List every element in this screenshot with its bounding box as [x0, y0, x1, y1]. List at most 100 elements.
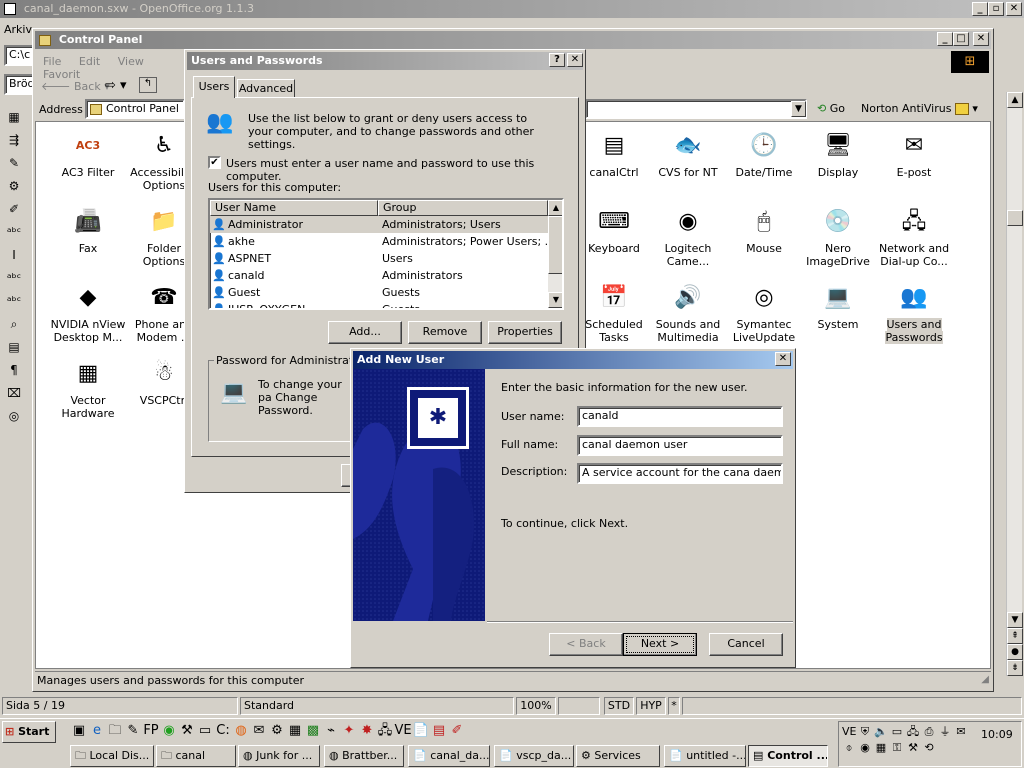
- cp-item-nero[interactable]: 💿 Nero ImageDrive: [800, 206, 876, 268]
- up-help-button[interactable]: ?: [549, 53, 565, 67]
- shield-tray-icon[interactable]: ⛨: [858, 725, 872, 739]
- task-button[interactable]: ◍ Junk for ...: [238, 745, 320, 767]
- list-scroll-down[interactable]: ▼: [548, 292, 562, 308]
- cp-go-button[interactable]: ⟲ Go: [817, 102, 845, 115]
- graphics-off-icon[interactable]: ⌧: [4, 383, 24, 403]
- start-button[interactable]: ⊞ Start: [2, 721, 56, 743]
- prev-page-button[interactable]: ⇞: [1007, 628, 1023, 644]
- require-password-label[interactable]: Users must enter a user name and passwor…: [226, 157, 578, 183]
- tools-icon[interactable]: ⚒: [178, 722, 196, 740]
- explorer-icon[interactable]: 🗀: [106, 722, 124, 740]
- cp-menu-view[interactable]: View: [118, 55, 144, 68]
- task-button[interactable]: ◍ Brattber...: [324, 745, 404, 767]
- cp-item-mouse[interactable]: 🖱 Mouse: [726, 206, 802, 255]
- cp-back-button[interactable]: 🡐 Back ▾: [41, 79, 110, 93]
- cp-maximize-button[interactable]: □: [953, 32, 969, 46]
- cp-item-vector-hardware[interactable]: ▦ Vector Hardware: [50, 358, 126, 420]
- user-row[interactable]: 👤 Administrator Administrators; Users: [210, 216, 548, 233]
- scroll-down-button[interactable]: ▼: [1007, 612, 1023, 628]
- cp-item-nvidia[interactable]: ◆ NVIDIA nView Desktop M...: [50, 282, 126, 344]
- oo-minimize-button[interactable]: _: [972, 2, 988, 16]
- cp-menu-edit[interactable]: Edit: [79, 55, 100, 68]
- properties-button[interactable]: Properties: [488, 321, 562, 344]
- task-button[interactable]: 📄 canal_da...: [408, 745, 490, 767]
- cp-minimize-button[interactable]: _: [937, 32, 953, 46]
- anu-close-button[interactable]: ✕: [775, 352, 791, 366]
- show-desktop-icon[interactable]: ▣: [70, 722, 88, 740]
- insert-field-icon[interactable]: ⇶: [4, 130, 24, 150]
- status-std[interactable]: STD: [604, 697, 634, 715]
- cancel-button[interactable]: Cancel: [709, 633, 783, 656]
- edit-doc-icon[interactable]: ✐: [4, 199, 24, 219]
- cp-item-sounds[interactable]: 🔊 Sounds and Multimedia: [650, 282, 726, 344]
- cp-close-button[interactable]: ✕: [973, 32, 989, 46]
- col-header-group[interactable]: Group: [378, 200, 548, 216]
- users-listview[interactable]: User Name Group 👤 Administrator Administra…: [208, 198, 564, 310]
- task-button[interactable]: ⚙ Services: [576, 745, 660, 767]
- gear-icon[interactable]: ⚙: [268, 722, 286, 740]
- task-button[interactable]: 📄 vscp_da...: [494, 745, 574, 767]
- oo-maximize-button[interactable]: ▫: [988, 2, 1004, 16]
- pdf-icon[interactable]: ▤: [430, 722, 448, 740]
- oo-style-combo[interactable]: Bröd: [4, 74, 34, 95]
- datasource-icon[interactable]: ▤: [4, 337, 24, 357]
- cp-item-ac3-filter[interactable]: AC3 AC3 Filter: [50, 130, 126, 179]
- ve-icon[interactable]: VE: [394, 722, 412, 740]
- task-button[interactable]: 🗀 Local Dis...: [70, 745, 154, 767]
- network-icon[interactable]: 🖧: [376, 722, 394, 740]
- notepad-icon[interactable]: 📄: [412, 722, 430, 740]
- calendar-tray-icon[interactable]: ▦: [874, 741, 888, 755]
- user-row[interactable]: 👤 ASPNET Users: [210, 250, 548, 267]
- cmd-icon[interactable]: ▭: [196, 722, 214, 740]
- clock[interactable]: 10:09: [981, 728, 1013, 741]
- disc-tray-icon[interactable]: ◉: [858, 741, 872, 755]
- cp-item-scheduled-tasks[interactable]: 📅 Scheduled Tasks: [576, 282, 652, 344]
- media-icon[interactable]: ◉: [160, 722, 178, 740]
- user-row[interactable]: 👤 Guest Guests: [210, 284, 548, 301]
- calc-icon[interactable]: ▦: [286, 722, 304, 740]
- remove-user-button[interactable]: Remove: [408, 321, 482, 344]
- back-button[interactable]: < Back: [549, 633, 623, 656]
- key-tray-icon[interactable]: ⚿: [890, 741, 904, 755]
- cp-item-system[interactable]: 💻 System: [800, 282, 876, 331]
- resize-grip-icon[interactable]: ◢: [981, 674, 989, 685]
- ie-icon[interactable]: e: [88, 722, 106, 740]
- scroll-thumb[interactable]: [1007, 210, 1023, 226]
- firefox-icon[interactable]: ◍: [232, 722, 250, 740]
- require-password-checkbox[interactable]: ✔: [208, 156, 221, 169]
- oo-vertical-scrollbar[interactable]: ▲ ▼ ⇞ ● ⇟: [1006, 92, 1023, 676]
- cp-item-logitech[interactable]: ◉ Logitech Came...: [650, 206, 726, 268]
- user-row[interactable]: 👤 canald Administrators: [210, 267, 548, 284]
- task-button[interactable]: 🗀 canal: [156, 745, 236, 767]
- nonprint-chars-icon[interactable]: ¶: [4, 360, 24, 380]
- up-close-button[interactable]: ✕: [567, 53, 583, 67]
- user-row[interactable]: 👤 IUSR_OXYGEN Guests: [210, 301, 548, 308]
- speaker-tray-icon[interactable]: 🔈: [874, 725, 888, 739]
- cp-item-liveupdate[interactable]: ◎ Symantec LiveUpdate: [726, 282, 802, 344]
- cp-item-cvs[interactable]: 🐟 CVS for NT: [650, 130, 726, 179]
- task-button[interactable]: ▤ Control ...: [748, 745, 828, 767]
- network-tray-icon[interactable]: 🖧: [906, 725, 920, 739]
- grid-icon[interactable]: ▩: [304, 722, 322, 740]
- username-input[interactable]: canald: [577, 406, 783, 427]
- col-header-username[interactable]: User Name: [210, 200, 378, 216]
- navigator-button[interactable]: ●: [1007, 644, 1023, 660]
- oo-menu-arkiv[interactable]: Arkiv: [4, 23, 32, 36]
- thunderbird-icon[interactable]: ✉: [250, 722, 268, 740]
- norton-antivirus-button[interactable]: Norton AntiVirus ▾: [861, 102, 978, 115]
- form-icon[interactable]: ⚙: [4, 176, 24, 196]
- status-hyp[interactable]: HYP: [636, 697, 666, 715]
- pencil-icon[interactable]: ✎: [124, 722, 142, 740]
- usb-tray-icon[interactable]: ⏚: [938, 725, 952, 739]
- next-page-button[interactable]: ⇟: [1007, 660, 1023, 676]
- cp-item-network[interactable]: 🖧 Network and Dial-up Co...: [876, 206, 952, 268]
- cp-up-folder-icon[interactable]: ↰: [139, 77, 157, 93]
- cp-item-fax[interactable]: 📠 Fax: [50, 206, 126, 255]
- fp-icon[interactable]: FP: [142, 722, 160, 740]
- description-input[interactable]: A service account for the cana daemon: [577, 463, 783, 484]
- printer-tray-icon[interactable]: ⎙: [922, 725, 936, 739]
- pepper-icon[interactable]: ✦: [340, 722, 358, 740]
- spell-auto-icon[interactable]: ᵃᵇᶜ: [4, 268, 24, 288]
- terminal-icon[interactable]: C:: [214, 722, 232, 740]
- tab-advanced[interactable]: Advanced: [237, 79, 295, 98]
